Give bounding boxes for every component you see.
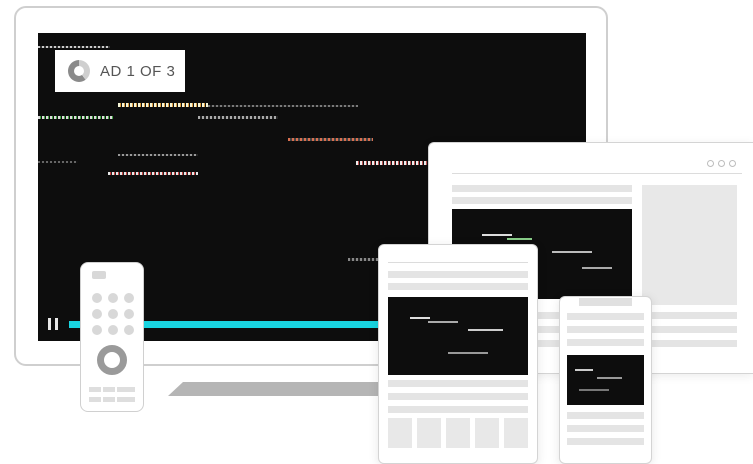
content-placeholder — [567, 425, 644, 432]
remote-button — [92, 325, 102, 335]
remote-key — [89, 397, 101, 402]
video-glitch — [118, 103, 208, 107]
phone-notch — [579, 298, 632, 306]
content-placeholder — [388, 271, 528, 278]
video-glitch — [38, 161, 78, 163]
phone-video — [567, 355, 644, 405]
remote-key — [117, 397, 135, 402]
content-placeholder — [388, 380, 528, 387]
content-placeholder — [567, 438, 644, 445]
content-placeholder — [388, 393, 528, 400]
video-glitch — [38, 116, 113, 119]
content-placeholder — [567, 339, 644, 346]
remote-button — [92, 293, 102, 303]
tablet-divider — [388, 262, 528, 263]
tile-placeholder — [504, 418, 528, 448]
remote-button — [108, 325, 118, 335]
remote-button — [124, 309, 134, 319]
tile-placeholder — [475, 418, 499, 448]
content-placeholder — [567, 313, 644, 320]
content-placeholder — [567, 412, 644, 419]
tile-placeholder — [417, 418, 441, 448]
tv-remote — [80, 262, 144, 412]
content-placeholder — [452, 185, 632, 192]
tablet-video — [388, 297, 528, 375]
remote-dial-icon — [97, 345, 127, 375]
video-glitch — [118, 154, 198, 156]
video-glitch — [108, 172, 198, 175]
content-placeholder — [452, 197, 632, 204]
ad-counter-badge: AD 1 OF 3 — [55, 50, 185, 92]
remote-button — [124, 325, 134, 335]
ad-countdown-ring-icon — [68, 60, 90, 82]
sidebar-placeholder — [642, 185, 737, 305]
video-glitch — [288, 138, 373, 141]
remote-indicator — [92, 271, 106, 279]
remote-key — [103, 397, 115, 402]
remote-key — [89, 387, 101, 392]
ad-counter-label: AD 1 OF 3 — [100, 62, 176, 80]
remote-button — [124, 293, 134, 303]
tile-placeholder — [388, 418, 412, 448]
remote-key — [103, 387, 115, 392]
browser-divider — [452, 173, 742, 174]
video-glitch — [198, 116, 278, 119]
video-glitch — [208, 105, 358, 107]
remote-button — [108, 293, 118, 303]
content-placeholder — [567, 326, 644, 333]
video-glitch — [38, 46, 110, 48]
content-placeholder — [388, 283, 528, 290]
remote-key — [117, 387, 135, 392]
tile-placeholder — [446, 418, 470, 448]
window-controls — [707, 160, 736, 167]
remote-button — [108, 309, 118, 319]
remote-button — [92, 309, 102, 319]
pause-icon[interactable] — [48, 318, 58, 330]
content-placeholder — [388, 406, 528, 413]
video-glitch — [356, 161, 436, 165]
